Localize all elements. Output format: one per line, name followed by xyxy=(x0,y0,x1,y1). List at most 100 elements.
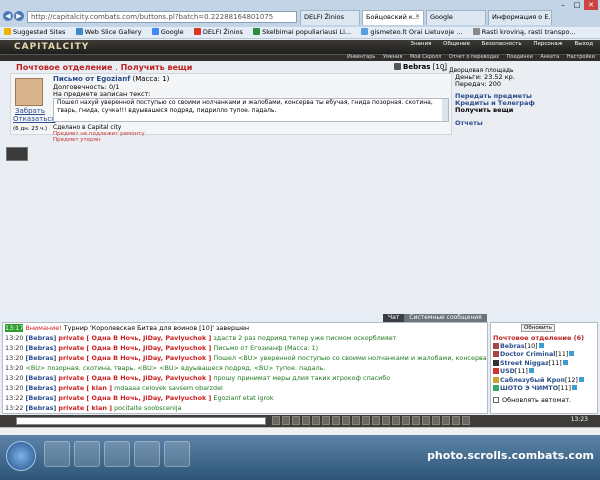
filter-icon[interactable] xyxy=(292,416,300,425)
player-name[interactable]: Street Niggaz xyxy=(500,360,549,367)
chat-nick[interactable]: [Bebras] xyxy=(25,384,56,392)
maximize-icon[interactable]: □ xyxy=(570,0,584,10)
quest-icon[interactable] xyxy=(362,416,370,425)
banner-image[interactable] xyxy=(6,147,28,161)
player-name[interactable]: Bebras xyxy=(500,343,525,350)
favorite-item[interactable]: Google xyxy=(148,27,188,37)
user-name[interactable]: Bebras xyxy=(403,63,430,71)
auto-refresh-checkbox[interactable]: Обновлять автомат. xyxy=(493,396,571,404)
menu-exit[interactable]: Выход xyxy=(574,41,593,47)
media-player-icon[interactable] xyxy=(104,441,130,467)
favorite-item[interactable]: Skelbimai populiariausi Li... xyxy=(249,27,355,37)
info-icon[interactable] xyxy=(572,384,577,390)
chat-time[interactable]: 13:20 xyxy=(5,354,23,362)
chat-private-target[interactable]: private [ klan ] xyxy=(58,384,112,392)
trade-icon[interactable] xyxy=(342,416,350,425)
player-name[interactable]: ШОТО Э ЧИМТО xyxy=(500,385,558,392)
submenu-profile[interactable]: Анкета xyxy=(540,54,559,60)
list-item[interactable]: USD[11] xyxy=(493,368,597,376)
submenu-scroll[interactable]: Мой Скролл xyxy=(410,54,441,60)
favorite-item[interactable]: Suggested Sites xyxy=(0,27,70,37)
bag-icon[interactable] xyxy=(382,416,390,425)
scroll-icon[interactable] xyxy=(442,416,450,425)
link-reports[interactable]: Отчеты xyxy=(455,119,483,127)
castle-icon[interactable] xyxy=(402,416,410,425)
chat-nick[interactable]: [Bebras] xyxy=(25,334,56,342)
book-icon[interactable] xyxy=(412,416,420,425)
chat-time[interactable]: 13:20 xyxy=(5,374,23,382)
chat-time[interactable]: 13:20 xyxy=(5,384,23,392)
list-item[interactable]: ШОТО Э ЧИМТО[11] xyxy=(493,384,597,393)
info-icon[interactable] xyxy=(528,368,534,374)
menu-security[interactable]: Безопасность xyxy=(482,41,522,47)
ie-icon[interactable] xyxy=(44,441,70,467)
smiley-icon[interactable] xyxy=(272,416,280,425)
chat-private-target[interactable]: private [ Одна В Ночь, JiDay, Pavlyuchok… xyxy=(58,394,211,402)
pick-button[interactable]: Забрать Отказаться xyxy=(13,107,55,123)
chat-time[interactable]: 13:22 xyxy=(5,394,23,402)
sound-icon[interactable] xyxy=(302,416,310,425)
info-icon[interactable] xyxy=(562,359,568,365)
chat-private-target[interactable]: private [ klan ] xyxy=(58,404,112,412)
submenu-settings[interactable]: Настройки xyxy=(567,54,595,60)
chat-private-target[interactable]: private [ Одна В Ночь, JiDay, Pavlyuchok… xyxy=(58,334,211,342)
letter-sender[interactable]: Egozianf xyxy=(96,75,130,83)
chat-nick[interactable]: [Bebras] xyxy=(25,344,56,352)
player-name[interactable]: USD xyxy=(500,368,515,375)
menu-character[interactable]: Персонаж xyxy=(533,41,562,47)
gem-icon[interactable] xyxy=(452,416,460,425)
info-icon[interactable] xyxy=(538,343,544,348)
submenu-inventory[interactable]: Инвентарь xyxy=(347,54,375,60)
chat-time[interactable]: 13:20 xyxy=(5,364,23,372)
shield-icon[interactable] xyxy=(432,416,440,425)
info-icon[interactable] xyxy=(569,351,575,357)
speed-icon[interactable] xyxy=(322,416,330,425)
minimize-icon[interactable]: – xyxy=(556,0,570,10)
favorite-item[interactable]: DELFI Žinios xyxy=(190,27,247,37)
player-name[interactable]: Саблезубый Кроп xyxy=(500,377,565,384)
favorite-item[interactable]: Web Slice Gallery xyxy=(72,27,146,37)
tab-delfi[interactable]: DELFI Žinios xyxy=(300,10,360,25)
tab-info[interactable]: Информация о E... xyxy=(488,10,552,25)
chat-nick[interactable]: [Bebras] xyxy=(25,404,56,412)
link-get-items[interactable]: Получить вещи xyxy=(455,106,513,114)
chat-private-target[interactable]: private [ Одна В Ночь, JiDay, Pavlyuchok… xyxy=(58,354,211,362)
chat-nick[interactable]: [Bebras] xyxy=(25,354,56,362)
start-button-icon[interactable] xyxy=(6,441,36,471)
system-icon[interactable] xyxy=(332,416,340,425)
favorite-item[interactable]: gismeteo.lt Orai Lietuvoje ... xyxy=(357,27,466,37)
forward-icon[interactable]: ▶ xyxy=(14,11,24,21)
menu-communication[interactable]: Общение xyxy=(443,41,470,47)
close-tab-icon[interactable]: ✕ xyxy=(415,13,420,20)
chat-time[interactable]: 13:20 xyxy=(5,334,23,342)
tab-google[interactable]: Google xyxy=(426,10,486,25)
map-icon[interactable] xyxy=(352,416,360,425)
chat-input[interactable] xyxy=(16,417,266,425)
tab-combats[interactable]: Бойцовский к... ✕ xyxy=(362,10,424,25)
paint-icon[interactable] xyxy=(164,441,190,467)
refresh-button[interactable]: Обновить xyxy=(521,324,555,332)
outlook-icon[interactable] xyxy=(134,441,160,467)
scrollbar[interactable] xyxy=(442,99,448,121)
chat-time[interactable]: 13:22 xyxy=(5,404,23,412)
chat-nick[interactable]: [Bebras] xyxy=(25,394,56,402)
help-icon[interactable] xyxy=(462,416,470,425)
submenu-transfers[interactable]: Отчет о переводах xyxy=(449,54,499,60)
chat-private-target[interactable]: private [ Одна В Ночь, JiDay, Pavlyuchok… xyxy=(58,374,211,382)
checkbox[interactable] xyxy=(493,397,499,403)
refuse-label[interactable]: Отказаться xyxy=(13,115,55,123)
chat-time[interactable]: 13:20 xyxy=(5,344,23,352)
translit-icon[interactable] xyxy=(312,416,320,425)
close-window-icon[interactable]: ✕ xyxy=(584,0,598,10)
mail-icon[interactable] xyxy=(392,416,400,425)
friends-icon[interactable] xyxy=(372,416,380,425)
list-item[interactable]: Street Niggaz[11] xyxy=(493,359,597,368)
clear-icon[interactable] xyxy=(282,416,290,425)
folder-icon[interactable] xyxy=(74,441,100,467)
info-icon[interactable] xyxy=(578,376,584,382)
menu-knowledge[interactable]: Знания xyxy=(410,41,431,47)
chat-nick[interactable]: [Bebras] xyxy=(25,374,56,382)
favorite-item[interactable]: Rasti kroviną, rasti transpo... xyxy=(469,27,580,37)
list-item[interactable]: Bebras[10] xyxy=(493,343,597,351)
list-item[interactable]: Саблезубый Кроп[12] xyxy=(493,376,597,385)
